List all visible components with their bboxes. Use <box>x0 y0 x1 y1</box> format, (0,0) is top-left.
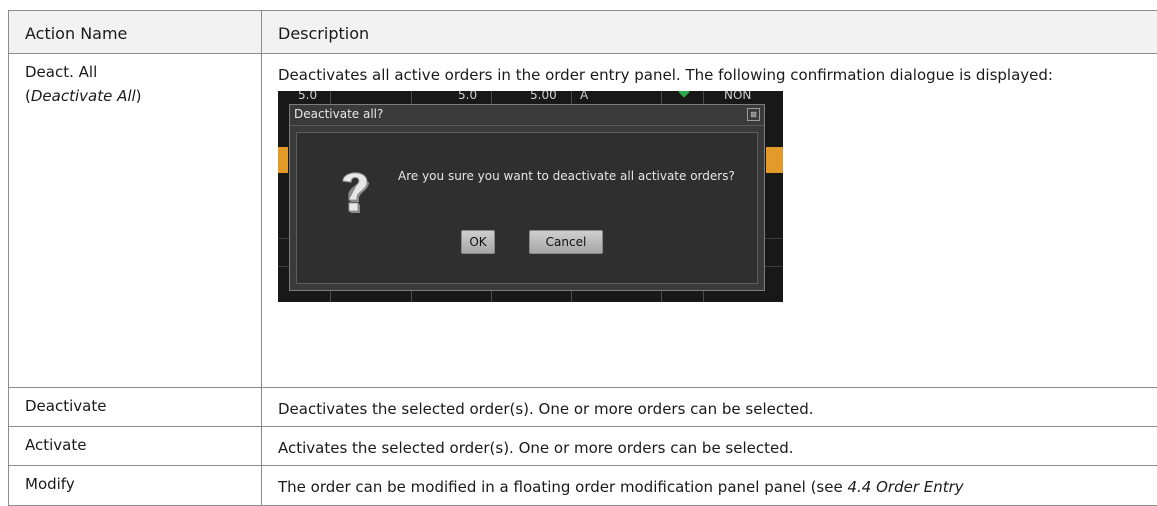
dialog-screenshot: 5.0 5.0 5.00 A NON Deactivate all? ⊠ <box>278 91 783 302</box>
question-mark-icon <box>337 169 373 213</box>
action-name-cell: Deact. All (Deactivate All) <box>9 54 262 388</box>
cancel-button[interactable]: Cancel <box>529 230 603 254</box>
action-name: Modify <box>25 475 75 493</box>
description-cell: Activates the selected order(s). One or … <box>262 427 1157 466</box>
description-cell: Deactivates the selected order(s). One o… <box>262 388 1157 427</box>
actions-table: Action Name Description Deact. All (Deac… <box>8 10 1157 506</box>
action-name-cell: Modify <box>9 466 262 506</box>
description-text: Deactivates all active orders in the ord… <box>278 63 1141 87</box>
description-cell: Deactivates all active orders in the ord… <box>262 54 1157 388</box>
description-text: Deactivates the selected order(s). One o… <box>278 400 814 418</box>
action-name-cell: Activate <box>9 427 262 466</box>
confirm-dialog: Deactivate all? ⊠ Are you sure you want … <box>289 104 765 291</box>
dialog-message: Are you sure you want to deactivate all … <box>398 168 738 185</box>
dialog-body: Are you sure you want to deactivate all … <box>296 132 758 284</box>
description-text: Activates the selected order(s). One or … <box>278 439 794 457</box>
action-name: Deactivate <box>25 397 106 415</box>
table-row: Deactivate Deactivates the selected orde… <box>9 388 1157 427</box>
action-name-full: (Deactivate All) <box>25 87 261 105</box>
dialog-title: Deactivate all? <box>290 105 764 126</box>
table-row: Deact. All (Deactivate All) Deactivates … <box>9 54 1157 388</box>
close-icon[interactable]: ⊠ <box>747 108 760 121</box>
table-row: Activate Activates the selected order(s)… <box>9 427 1157 466</box>
section-reference: 4.4 Order Entry <box>847 478 963 496</box>
header-action-name: Action Name <box>9 11 262 54</box>
action-name: Deact. All <box>25 63 97 81</box>
table-header-row: Action Name Description <box>9 11 1157 54</box>
header-description: Description <box>262 11 1157 54</box>
description-text: The order can be modified in a floating … <box>278 478 847 496</box>
table-row: Modify The order can be modified in a fl… <box>9 466 1157 506</box>
action-name-cell: Deactivate <box>9 388 262 427</box>
description-cell: The order can be modified in a floating … <box>262 466 1157 506</box>
action-name: Activate <box>25 436 86 454</box>
ok-button[interactable]: OK <box>461 230 495 254</box>
